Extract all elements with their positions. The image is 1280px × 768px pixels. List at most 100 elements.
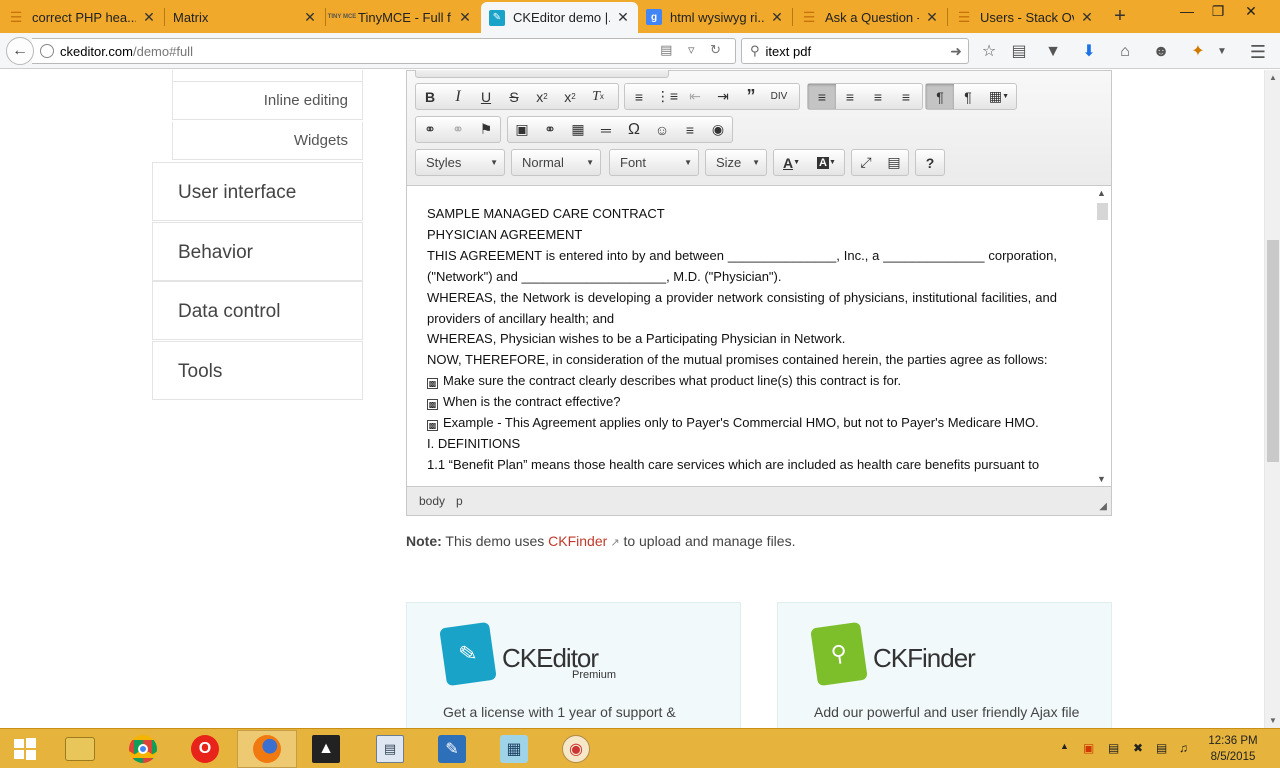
window-close-button[interactable]: ✕ <box>1236 3 1266 20</box>
paint-button[interactable]: ◉ <box>546 730 606 768</box>
background-color-button[interactable]: A ▼ <box>809 150 844 175</box>
bold-button[interactable]: B <box>416 84 444 109</box>
styles-dropdown[interactable]: Styles ▼ <box>415 149 505 176</box>
image-button[interactable]: ▣ <box>508 117 536 142</box>
blockquote-button[interactable]: ” <box>737 84 765 109</box>
tab-ask-question[interactable]: ☰ Ask a Question -... ✕ <box>793 3 947 31</box>
ckfinder-card[interactable]: ⚲ CKFinder Add our powerful and user fri… <box>777 602 1112 728</box>
sidebar-item-user-interface[interactable]: User interface <box>152 162 363 221</box>
italic-button[interactable]: I <box>444 84 472 109</box>
ckfinder-link[interactable]: CKFinder <box>548 533 607 549</box>
sidebar-item-inline-editing[interactable]: Inline editing <box>172 82 363 120</box>
format-dropdown[interactable]: Normal ▼ <box>511 149 601 176</box>
language-button[interactable]: ▦ ▼ <box>982 84 1016 109</box>
extension-dropdown-icon[interactable]: ▼ <box>1212 42 1232 62</box>
close-icon[interactable]: ✕ <box>770 9 784 26</box>
flash-button[interactable]: ⚭ <box>536 117 564 142</box>
scrollbar-thumb[interactable] <box>1267 240 1279 462</box>
horizontal-line-button[interactable]: ═ <box>592 117 620 142</box>
unlink-button[interactable]: ⚭ <box>444 117 472 142</box>
text-color-button[interactable]: A ▼ <box>774 150 809 175</box>
close-icon[interactable]: ✕ <box>1080 9 1094 26</box>
outdent-button[interactable]: ⇤ <box>681 84 709 109</box>
scroll-up-icon[interactable]: ▲ <box>1269 73 1277 82</box>
bookmarks-list-icon[interactable]: ▤ <box>1009 42 1029 62</box>
system-clock[interactable]: 12:36 PM 8/5/2015 <box>1198 733 1268 765</box>
subscript-button[interactable]: x2 <box>528 84 556 109</box>
tray-file-icon[interactable]: ▤ <box>1108 741 1119 755</box>
remove-format-button[interactable]: Tx <box>584 84 612 109</box>
page-scrollbar[interactable]: ▲ ▼ <box>1264 70 1280 728</box>
back-button[interactable]: ← <box>6 37 34 65</box>
maximize-editor-button[interactable]: ⤢ <box>852 150 880 175</box>
search-input[interactable]: itext pdf <box>766 44 951 59</box>
div-container-button[interactable]: DIV <box>765 84 793 109</box>
indent-button[interactable]: ⇥ <box>709 84 737 109</box>
size-dropdown[interactable]: Size ▼ <box>705 149 767 176</box>
chrome-button[interactable] <box>113 730 173 768</box>
text-direction-rtl-button[interactable]: ¶ <box>954 84 982 109</box>
link-button[interactable]: ⚭ <box>416 117 444 142</box>
minimize-button[interactable]: — <box>1172 3 1202 19</box>
tab-matrix[interactable]: Matrix ✕ <box>165 3 325 31</box>
sidebar-item-behavior[interactable]: Behavior <box>152 222 363 281</box>
strike-button[interactable]: S <box>500 84 528 109</box>
extension-icon[interactable]: ✦ <box>1188 42 1208 62</box>
close-icon[interactable]: ✕ <box>142 9 156 26</box>
element-path-body[interactable]: body <box>419 494 445 508</box>
element-path-p[interactable]: p <box>456 494 463 508</box>
tab-users-stack-overflow[interactable]: ☰ Users - Stack Ov... ✕ <box>948 3 1102 31</box>
tray-tools-icon[interactable]: ✖ <box>1133 741 1143 755</box>
font-dropdown[interactable]: Font ▼ <box>609 149 699 176</box>
file-explorer-button[interactable] <box>50 730 110 768</box>
ckeditor-premium-card[interactable]: ✎ CKEditor Premium Get a license with 1 … <box>406 602 741 728</box>
align-center-button[interactable]: ≡ <box>836 84 864 109</box>
new-tab-button[interactable]: + <box>1110 5 1130 28</box>
close-icon[interactable]: ✕ <box>616 9 630 26</box>
reader-view-icon[interactable]: ▤ ▿ ↻ <box>660 42 727 58</box>
document[interactable]: SAMPLE MANAGED CARE CONTRACT PHYSICIAN A… <box>427 204 1057 476</box>
download-icon[interactable]: ⬇ <box>1079 42 1099 62</box>
tray-expand-icon[interactable]: ▲ <box>1060 741 1069 751</box>
opera-button[interactable]: O <box>175 730 235 768</box>
editor-content-area[interactable]: SAMPLE MANAGED CARE CONTRACT PHYSICIAN A… <box>407 186 1111 486</box>
close-icon[interactable]: ✕ <box>925 9 939 26</box>
special-char-button[interactable]: Ω <box>620 117 648 142</box>
editor-scrollbar[interactable]: ▲ ▼ <box>1094 186 1111 486</box>
anchor-button[interactable]: ⚑ <box>472 117 500 142</box>
bookmark-star-icon[interactable]: ☆ <box>979 42 999 62</box>
url-bar[interactable]: ckeditor.com/demo#full ▤ ▿ ↻ <box>32 38 736 64</box>
tab-html-wysiwyg[interactable]: g html wysiwyg ri... ✕ <box>638 3 792 31</box>
tab-tinymce[interactable]: TINY MCE TinyMCE - Full f... ✕ <box>326 3 480 31</box>
show-blocks-button[interactable]: ▤ <box>880 150 908 175</box>
table-button[interactable]: ▦ <box>564 117 592 142</box>
scroll-down-icon[interactable]: ▼ <box>1097 474 1106 484</box>
iframe-button[interactable]: ◉ <box>704 117 732 142</box>
network-icon[interactable]: ▤ <box>1156 741 1167 755</box>
inkscape-button[interactable]: ▲ <box>296 730 356 768</box>
justify-button[interactable]: ≡ <box>892 84 920 109</box>
sidebar-item-widgets[interactable]: Widgets <box>172 122 363 160</box>
start-button[interactable] <box>0 730 50 768</box>
home-icon[interactable]: ⌂ <box>1115 42 1135 62</box>
search-box[interactable]: ⚲ itext pdf ➜ <box>741 38 969 64</box>
about-button[interactable]: ? <box>916 150 944 175</box>
menu-icon[interactable]: ☰ <box>1248 42 1268 62</box>
maximize-button[interactable]: ❐ <box>1203 3 1233 20</box>
align-right-button[interactable]: ≡ <box>864 84 892 109</box>
pocket-icon[interactable]: ▼ <box>1043 42 1063 62</box>
notebook-app-button[interactable]: ▦ <box>484 730 544 768</box>
documents-button[interactable]: ▤ <box>360 730 420 768</box>
search-go-icon[interactable]: ➜ <box>950 43 962 60</box>
underline-button[interactable]: U <box>472 84 500 109</box>
scrollbar-thumb[interactable] <box>1097 203 1108 220</box>
tab-ckeditor-demo[interactable]: ✎ CKEditor demo |... ✕ <box>481 2 638 33</box>
scroll-down-icon[interactable]: ▼ <box>1269 716 1277 725</box>
smiley-button[interactable]: ☺ <box>648 117 676 142</box>
sidebar-item-tools[interactable]: Tools <box>152 341 363 400</box>
close-icon[interactable]: ✕ <box>458 9 472 26</box>
page-break-button[interactable]: ≡ <box>676 117 704 142</box>
text-direction-ltr-button[interactable]: ¶ <box>926 84 954 109</box>
align-left-button[interactable]: ≡ <box>808 84 836 109</box>
chat-icon[interactable]: ☻ <box>1151 42 1171 62</box>
